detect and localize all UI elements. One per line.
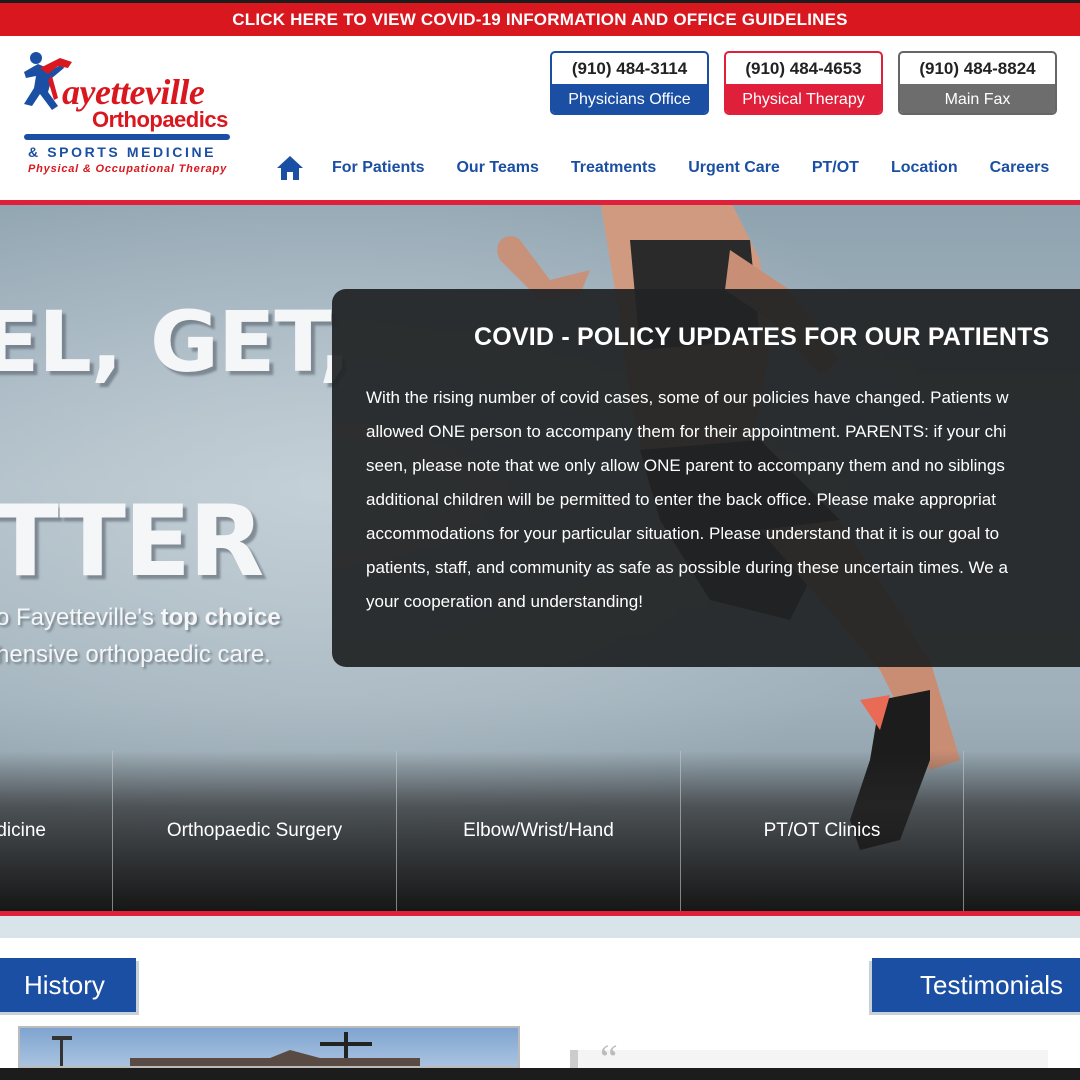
covid-body-line: your cooperation and understanding! [366, 592, 643, 611]
hero-headline-1: EL, GET, [0, 293, 351, 391]
covid-info-banner[interactable]: CLICK HERE TO VIEW COVID-19 INFORMATION … [0, 0, 1080, 36]
nav-urgent-care[interactable]: Urgent Care [688, 159, 780, 177]
testimonials-button[interactable]: Testimonials [872, 958, 1080, 1012]
hero-sub-line2: hensive orthopaedic care. [0, 641, 271, 668]
history-button[interactable]: History [0, 958, 136, 1012]
hero-subtitle: o Fayetteville's top choice hensive orth… [0, 599, 281, 673]
nav-for-patients[interactable]: For Patients [332, 159, 424, 177]
covid-body-line: With the rising number of covid cases, s… [366, 388, 1009, 407]
phone-label: Physicians Office [552, 84, 707, 113]
site-header: ayetteville Orthopaedics & SPORTS MEDICI… [0, 36, 1080, 200]
logo-name-line1: ayetteville [62, 72, 205, 112]
logo-divider [24, 134, 230, 140]
covid-modal-title: COVID - POLICY UPDATES FOR OUR PATIENTS [474, 323, 1050, 351]
site-logo[interactable]: ayetteville Orthopaedics & SPORTS MEDICI… [18, 50, 238, 180]
covid-policy-modal: COVID - POLICY UPDATES FOR OUR PATIENTS … [332, 289, 1080, 667]
main-nav: For Patients Our Teams Treatments Urgent… [276, 150, 1049, 186]
nav-location[interactable]: Location [891, 159, 958, 177]
logo-tagline: Physical & Occupational Therapy [28, 163, 228, 175]
home-icon[interactable] [276, 154, 306, 182]
covid-modal-body: With the rising number of covid cases, s… [366, 381, 1080, 619]
nav-treatments[interactable]: Treatments [571, 159, 656, 177]
service-tile-sports-medicine[interactable]: dicine [0, 751, 113, 911]
service-tiles: dicine Orthopaedic Surgery Elbow/Wrist/H… [0, 751, 1080, 911]
nav-pt-ot[interactable]: PT/OT [812, 159, 859, 177]
service-tile-pt-ot-clinics[interactable]: PT/OT Clinics [681, 751, 964, 911]
nav-our-teams[interactable]: Our Teams [456, 159, 538, 177]
history-photo [18, 1026, 520, 1068]
hero-banner: EL, GET, TTER o Fayetteville's top choic… [0, 200, 1080, 916]
phone-number: (910) 484-8824 [919, 58, 1036, 78]
section-divider [0, 916, 1080, 938]
covid-body-line: patients, staff, and community as safe a… [366, 558, 1008, 577]
logo-sports-medicine: & SPORTS MEDICINE [28, 144, 217, 160]
nav-careers[interactable]: Careers [990, 159, 1050, 177]
covid-body-line: additional children will be permitted to… [366, 490, 996, 509]
phone-main-fax[interactable]: (910) 484-8824 Main Fax [898, 51, 1057, 115]
hero-sub-prefix: o Fayetteville's [0, 604, 161, 631]
covid-body-line: accommodations for your particular situa… [366, 524, 1000, 543]
service-tile-next[interactable] [964, 751, 1080, 911]
browser-bottom-edge [0, 1068, 1080, 1080]
phone-physicians-office[interactable]: (910) 484-3114 Physicians Office [550, 51, 709, 115]
phone-label: Main Fax [900, 84, 1055, 113]
phone-number: (910) 484-4653 [745, 58, 862, 78]
covid-body-line: allowed ONE person to accompany them for… [366, 422, 1007, 441]
lower-section: History Testimonials “ [0, 916, 1080, 1079]
hero-headline-2: TTER [0, 485, 264, 599]
service-tile-orthopaedic-surgery[interactable]: Orthopaedic Surgery [113, 751, 397, 911]
service-tile-elbow-wrist-hand[interactable]: Elbow/Wrist/Hand [397, 751, 681, 911]
phone-number: (910) 484-3114 [571, 58, 688, 78]
phone-label: Physical Therapy [726, 84, 881, 113]
hero-sub-bold: top choice [160, 604, 281, 631]
testimonial-quote-box [570, 1050, 1048, 1068]
logo-name-line2: Orthopaedics [92, 107, 228, 132]
phone-physical-therapy[interactable]: (910) 484-4653 Physical Therapy [724, 51, 883, 115]
covid-body-line: seen, please note that we only allow ONE… [366, 456, 1005, 475]
